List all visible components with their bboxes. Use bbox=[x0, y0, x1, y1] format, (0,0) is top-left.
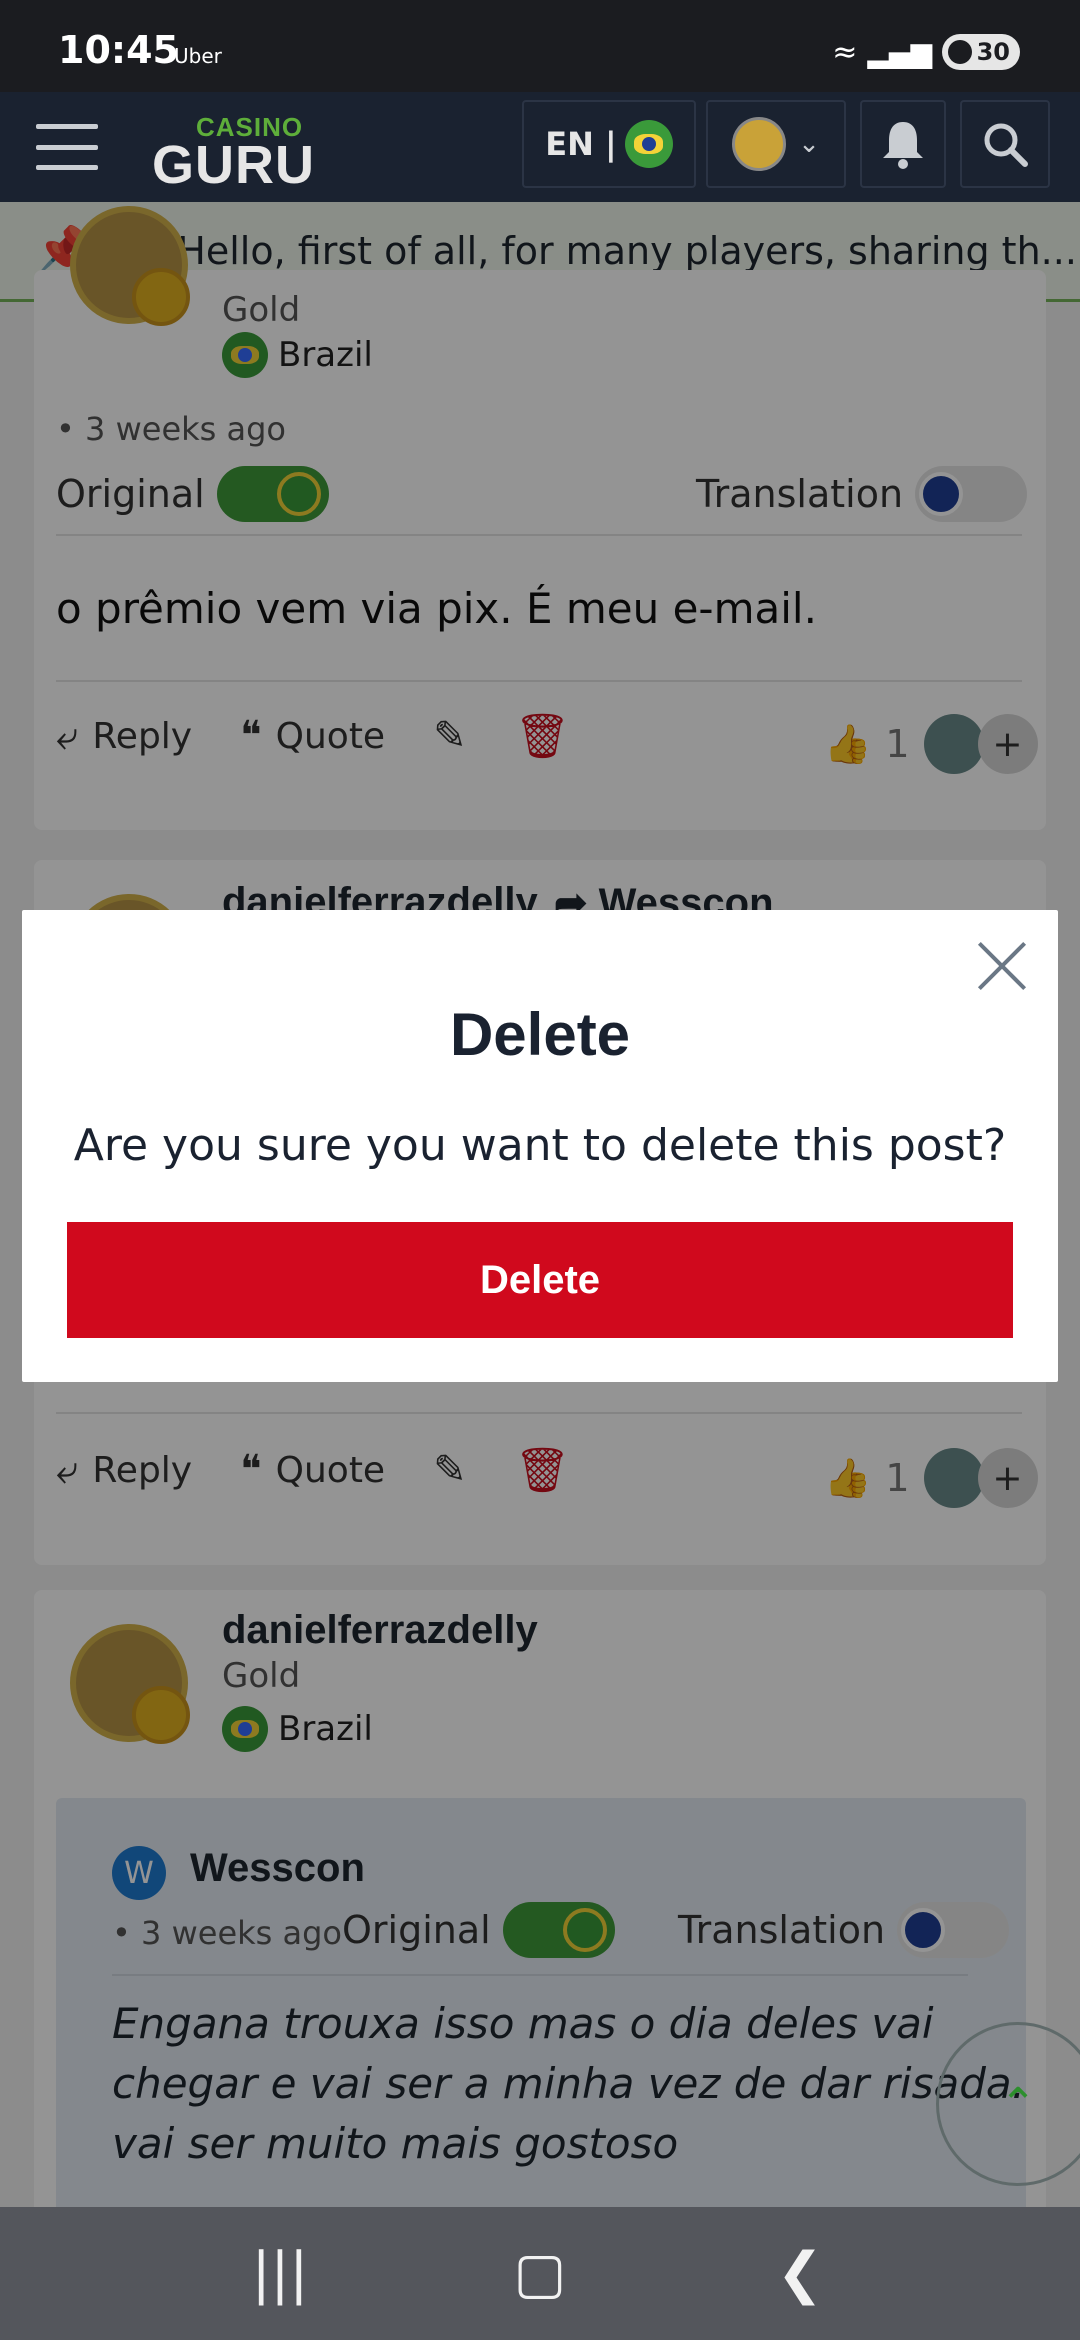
chevron-up-icon: ⌃ bbox=[999, 2078, 1037, 2130]
battery-level: 30 bbox=[976, 38, 1010, 66]
bell-icon bbox=[883, 122, 923, 169]
confirm-delete-button[interactable]: Delete bbox=[67, 1222, 1013, 1338]
account-menu[interactable]: ⌄ bbox=[706, 100, 846, 188]
casino-guru-logo[interactable]: CASINO GURU bbox=[140, 104, 320, 195]
home-icon[interactable]: ▢ bbox=[480, 2241, 600, 2306]
recent-apps-icon[interactable]: ||| bbox=[220, 2241, 340, 2306]
status-icons: ≈ ▂▄▆ 30 bbox=[832, 34, 1020, 70]
dialog-message: Are you sure you want to delete this pos… bbox=[73, 1120, 1007, 1171]
menu-icon[interactable] bbox=[36, 124, 98, 170]
wifi-icon: ≈ bbox=[832, 34, 858, 70]
status-time: 10:45 bbox=[58, 28, 179, 72]
notifications-button[interactable] bbox=[860, 100, 946, 188]
avatar bbox=[732, 117, 787, 171]
signal-icon: ▂▄▆ bbox=[867, 35, 932, 69]
language-selector[interactable]: EN | bbox=[522, 100, 696, 188]
language-label: EN | bbox=[545, 125, 617, 163]
chevron-down-icon: ⌄ bbox=[798, 129, 820, 159]
delete-dialog: Delete Are you sure you want to delete t… bbox=[22, 910, 1058, 1382]
close-icon[interactable] bbox=[974, 938, 1028, 992]
system-navigation-bar: ||| ▢ ❮ bbox=[0, 2207, 1080, 2340]
status-bar: 10:45 Uber ≈ ▂▄▆ 30 bbox=[0, 0, 1080, 92]
brazil-flag-icon bbox=[624, 120, 673, 168]
search-icon bbox=[984, 123, 1028, 167]
dialog-title: Delete bbox=[449, 1001, 631, 1068]
back-icon[interactable]: ❮ bbox=[740, 2241, 860, 2306]
battery-icon: 30 bbox=[942, 34, 1020, 70]
status-app-label: Uber bbox=[174, 44, 222, 68]
search-button[interactable] bbox=[960, 100, 1050, 188]
